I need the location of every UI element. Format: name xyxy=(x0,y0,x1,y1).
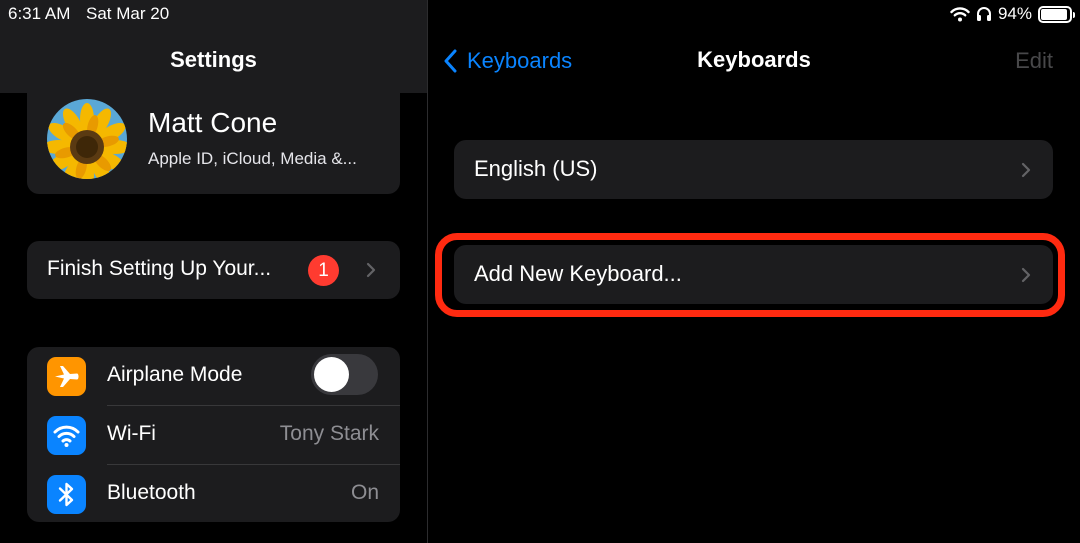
bluetooth-icon xyxy=(47,475,86,514)
highlight-outline xyxy=(435,233,1065,317)
status-indicators: 94% xyxy=(950,4,1075,24)
wifi-label: Wi-Fi xyxy=(107,422,156,445)
airplane-mode-toggle[interactable] xyxy=(311,354,378,395)
battery-icon xyxy=(1038,5,1075,23)
chevron-right-icon xyxy=(366,262,376,278)
keyboard-row-english[interactable]: English (US) xyxy=(454,140,1053,199)
finish-setup-row[interactable]: Finish Setting Up Your... 1 xyxy=(27,241,400,299)
apple-id-profile[interactable]: Matt Cone Apple ID, iCloud, Media &... xyxy=(27,78,400,194)
sidebar-item-airplane-mode[interactable]: Airplane Mode xyxy=(27,347,400,405)
status-time: 6:31 AM xyxy=(8,4,71,23)
keyboards-detail: 94% Keyboards Keyboards Edit English (US… xyxy=(428,0,1080,543)
wifi-status-icon xyxy=(950,7,970,22)
avatar xyxy=(47,99,127,179)
settings-sidebar: 6:31 AM Sat Mar 20 Settings Matt Cone Ap… xyxy=(0,0,427,543)
sidebar-item-bluetooth[interactable]: Bluetooth On xyxy=(27,465,400,522)
profile-subtitle: Apple ID, iCloud, Media &... xyxy=(148,149,357,168)
page-title: Keyboards xyxy=(697,47,811,72)
wifi-network-value: Tony Stark xyxy=(279,422,379,445)
chevron-right-icon xyxy=(1021,162,1031,178)
bluetooth-label: Bluetooth xyxy=(107,481,196,504)
wifi-icon xyxy=(47,416,86,455)
connectivity-group: Airplane Mode Wi-Fi Tony Stark Bluetooth… xyxy=(27,347,400,522)
sidebar-item-wifi[interactable]: Wi-Fi Tony Stark xyxy=(27,406,400,464)
airplane-mode-label: Airplane Mode xyxy=(107,363,243,386)
finish-setup-label: Finish Setting Up Your... xyxy=(47,257,272,280)
keyboard-label: English (US) xyxy=(474,156,598,181)
notification-badge: 1 xyxy=(308,255,339,286)
airplane-icon xyxy=(47,357,86,396)
sidebar-title: Settings xyxy=(170,47,257,72)
headphones-icon xyxy=(976,7,991,21)
battery-percent: 94% xyxy=(997,4,1032,23)
edit-button[interactable]: Edit xyxy=(1015,48,1053,74)
status-date: Sat Mar 20 xyxy=(86,4,170,23)
toggle-knob xyxy=(314,357,349,392)
battery-level-fill xyxy=(1041,8,1068,20)
bluetooth-value: On xyxy=(350,481,379,504)
profile-name: Matt Cone xyxy=(148,107,278,138)
